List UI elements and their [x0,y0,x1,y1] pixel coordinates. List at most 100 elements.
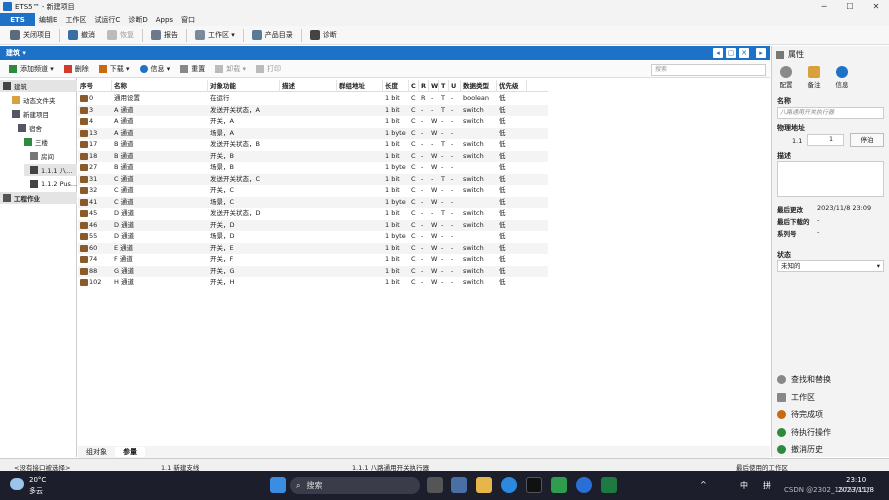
table-row[interactable]: 27 B 通道 场景，B 1 byte C - W - - 低 [78,162,548,174]
clock-time[interactable]: 23:10 [846,476,866,484]
column-header[interactable]: W [429,80,439,92]
panel-close-button[interactable]: ✕ [739,48,749,58]
spreadsheet-icon[interactable] [551,477,567,493]
add-channel-button[interactable]: 添加频道 ▾ [4,61,59,78]
delete-button[interactable]: 删除 [59,61,94,78]
table-row[interactable]: 74 F 通道 开关，F 1 bit C - W - - switch 低 [78,254,548,266]
column-header[interactable]: 优先级 [497,80,527,92]
tab-group-objects[interactable]: 组对象 [78,447,115,457]
table-row[interactable]: 32 C 通道 开关，C 1 bit C - W - - switch 低 [78,185,548,197]
tree-node-project-jobs[interactable]: 工程作业 [0,192,77,204]
ime-pinyin[interactable]: 拼 [763,480,771,491]
address-stepper[interactable]: 1 [807,134,844,146]
tab-comments[interactable]: 备注 [800,66,828,92]
table-cell: - [431,174,434,183]
maximize-button[interactable]: ☐ [837,0,863,13]
column-header[interactable]: U [449,80,461,92]
table-row[interactable]: 17 B 通道 发送开关状态，B 1 bit C - - T - switch 低 [78,139,548,151]
tree-node-third-floor[interactable]: 三楼 [24,136,48,148]
tree-node-dormitory[interactable]: 宿舍 [18,122,42,134]
panel-left-button[interactable]: ◂ [713,48,723,58]
tree-node-project[interactable]: 新建项目 [12,108,49,120]
menu-edit[interactable]: 编辑E [35,15,61,25]
report-button[interactable]: 报告 [145,26,184,45]
panel-right-button[interactable]: ▸ [756,48,766,58]
menu-apps[interactable]: Apps [152,16,177,24]
park-button[interactable]: 停泊 [850,133,884,147]
name-field[interactable]: 八路通用开关执行器 [777,107,884,119]
column-header[interactable]: 描述 [280,80,337,92]
tree-node-building[interactable]: 建筑 [0,80,77,92]
table-row[interactable]: 0 通用设置 在运行 1 bit C R - T - boolean 低 [78,93,548,105]
menu-window[interactable]: 窗口 [177,15,199,25]
tab-parameters[interactable]: 参量 [115,447,145,457]
start-icon[interactable] [270,477,286,493]
column-header[interactable]: C [409,80,419,92]
undo-history-link[interactable]: 撤消历史 [777,444,823,455]
tray-chevron-icon[interactable]: ^ [700,480,707,489]
table-row[interactable]: 4A 通道 开关，A 1 bit C - W - - switch 低 [78,116,548,128]
description-field[interactable] [777,161,884,197]
app-k-icon[interactable] [576,477,592,493]
table-row[interactable]: 13 A 通道 场景，A 1 byte C - W - - 低 [78,127,548,139]
reset-button[interactable]: 重置 [175,61,210,78]
tree-node-device-112[interactable]: 1.1.2 Pus... [30,178,77,190]
task-view-icon[interactable] [427,477,443,493]
ets-menu-button[interactable]: ETS [0,13,35,26]
column-header[interactable]: 对象功能 [208,80,280,92]
unload-button[interactable]: 卸载 ▾ [210,61,251,78]
table-row[interactable]: 60 E 通道 开关，E 1 bit C - W - - switch 低 [78,242,548,254]
search-input[interactable]: 搜索 [651,64,766,76]
todo-link[interactable]: 待完成项 [777,409,823,420]
table-row[interactable]: 31 C 通道 发送开关状态，C 1 bit C - - T - switch 低 [78,173,548,185]
file-explorer-icon[interactable] [476,477,492,493]
tiktok-icon[interactable] [526,477,542,493]
minimize-button[interactable]: ─ [811,0,837,13]
close-window-button[interactable]: ✕ [863,0,889,13]
panel-maximize-button[interactable]: ▢ [726,48,736,58]
table-cell: 102 [78,277,112,289]
workspace-link[interactable]: 工作区 [777,392,815,403]
column-header[interactable]: 长度 [383,80,409,92]
column-header[interactable]: 数据类型 [461,80,497,92]
table-row[interactable]: 41 C 通道 场景，C 1 byte C - W - - 低 [78,196,548,208]
table-row[interactable]: 102 H 通道 开关，H 1 bit C - W - - switch 低 [78,277,548,289]
ime-chinese[interactable]: 中 [740,480,748,491]
status-select[interactable]: 未知的 ▾ [777,260,884,272]
close-project-button[interactable]: 关闭项目 [4,26,57,45]
undo-button[interactable]: 撤消 [62,26,101,45]
edge-icon[interactable] [501,477,517,493]
print-button[interactable]: 打印 [251,61,286,78]
catalog-button[interactable]: 产品目录 [246,26,299,45]
pending-operations-link[interactable]: 待执行操作 [777,427,831,438]
find-replace-link[interactable]: 查找和替换 [777,374,831,385]
workspace-button[interactable]: 工作区 ▾ [189,26,241,45]
info-button[interactable]: 信息 ▾ [135,61,176,78]
menu-commissioning[interactable]: 试运行C [90,15,124,25]
table-row[interactable]: 18 B 通道 开关，B 1 bit C - W - - switch 低 [78,150,548,162]
table-row[interactable]: 88 G 通道 开关，G 1 bit C - W - - switch 低 [78,265,548,277]
tree-node-room[interactable]: 房间 [30,150,54,162]
table-row[interactable]: 46 D 通道 开关，D 1 bit C - W - - switch 低 [78,219,548,231]
tree-node-device-111[interactable]: 1.1.1 八... [24,164,77,176]
menu-diagnostics[interactable]: 诊断D [124,15,151,25]
taskbar-search[interactable]: ⌕ 搜索 [290,477,420,494]
tab-information[interactable]: 信息 [828,66,856,92]
table-row[interactable]: 55 D 通道 场景，D 1 byte C - W - - 低 [78,231,548,243]
column-header[interactable]: T [439,80,449,92]
building-panel-title[interactable]: 建筑 ▾ [6,48,26,58]
redo-button[interactable]: 恢复 [101,26,140,45]
table-row[interactable]: 45 D 通道 发送开关状态，D 1 bit C - - T - switch 低 [78,208,548,220]
column-header[interactable]: 名称 [112,80,208,92]
table-row[interactable]: 3A 通道 发送开关状态，A 1 bit C - - T - switch 低 [78,104,548,116]
download-button[interactable]: 下载 ▾ [94,61,135,78]
widgets-icon[interactable] [451,477,467,493]
column-header[interactable]: 群组地址 [337,80,383,92]
column-header[interactable]: 序号 [78,80,112,92]
excel-icon[interactable] [601,477,617,493]
column-header[interactable]: R [419,80,429,92]
menu-workspace[interactable]: 工作区 [61,15,90,25]
tab-settings[interactable]: 配置 [772,66,800,92]
tree-node-dynamic-folders[interactable]: 动态文件夹 [12,94,56,106]
diagnostics-button[interactable]: 诊断 [304,26,343,45]
